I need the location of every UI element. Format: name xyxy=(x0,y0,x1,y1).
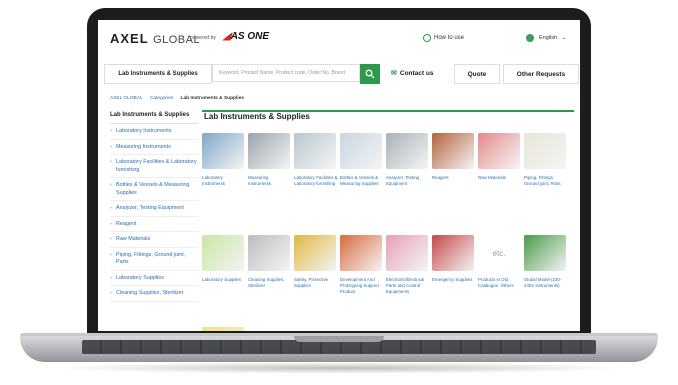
category-card[interactable]: Safety, Protective Supplies xyxy=(294,235,338,331)
category-card[interactable]: Cleaning Supplies, Sterilizer xyxy=(248,235,292,331)
category-card[interactable]: Laboratory Facilities & Laboratory furni… xyxy=(294,133,338,229)
question-icon xyxy=(423,34,431,42)
category-card[interactable]: Measuring Instruments xyxy=(248,133,292,229)
category-image[interactable] xyxy=(202,133,244,169)
main-content: Lab Instruments & Supplies Laboratory In… xyxy=(202,110,574,331)
quote-button[interactable]: Quote xyxy=(454,64,500,84)
breadcrumb-current: Lab Instruments & Supplies xyxy=(180,96,244,101)
title-underline xyxy=(202,110,574,112)
language-selector[interactable]: English ⌄ xyxy=(526,34,567,42)
sidebar-title: Lab Instruments & Supplies xyxy=(110,112,198,124)
keyboard xyxy=(82,340,596,354)
category-label[interactable]: Bottles & Vessels & Measuring Supplies xyxy=(340,175,384,187)
category-label[interactable]: Raw Materials xyxy=(478,175,522,181)
category-image[interactable] xyxy=(340,235,382,271)
breadcrumb-home[interactable]: AXEL GLOBAL xyxy=(110,96,143,101)
globe-icon xyxy=(526,34,534,42)
sidebar-item-laboratory-facilities[interactable]: Laboratory Facilities & Laboratory furni… xyxy=(110,155,198,178)
category-card[interactable]: Bottles & Vessels & Measuring Supplies xyxy=(340,133,384,229)
category-image[interactable] xyxy=(524,133,566,169)
sidebar-item-piping[interactable]: Piping, Fittings, Ground joint, Parts xyxy=(110,248,198,271)
breadcrumb-categories[interactable]: Categories xyxy=(150,96,173,101)
category-card[interactable]: Electronic/Electrical Parts and Control … xyxy=(386,235,430,331)
screen: AXEL GLOBAL powered by ◢AS ONE How to us… xyxy=(98,20,580,331)
category-label[interactable]: Reagent xyxy=(432,175,476,181)
as-one-logo: ◢AS ONE xyxy=(223,31,270,42)
search-bar: Lab Instruments & Supplies Keyword, Prod… xyxy=(98,64,580,84)
category-grid: Laboratory Instruments Measuring Instrume… xyxy=(202,133,574,331)
category-image[interactable]: etc. xyxy=(478,235,520,271)
category-label[interactable]: Laboratory Supplies xyxy=(202,277,246,283)
search-icon xyxy=(365,69,375,79)
category-image[interactable] xyxy=(248,133,290,169)
search-input[interactable]: Keyword, Product Name, Product code, Ord… xyxy=(212,64,360,82)
category-image[interactable] xyxy=(524,235,566,271)
category-label[interactable]: Analyzer, Testing Equipment xyxy=(386,175,430,187)
how-to-use-label: How to use xyxy=(434,35,465,41)
sidebar-item-bottles-vessels[interactable]: Bottles & Vessels & Measuring Supplies xyxy=(110,178,198,201)
sidebar: Lab Instruments & Supplies Laboratory In… xyxy=(110,112,198,302)
powered-by-text: powered by xyxy=(190,35,216,41)
category-label[interactable]: Laboratory Instruments xyxy=(202,175,246,187)
category-label[interactable]: Cleaning Supplies, Sterilizer xyxy=(248,277,292,289)
category-label[interactable]: Measuring Instruments xyxy=(248,175,292,187)
category-image[interactable] xyxy=(294,235,336,271)
category-card[interactable]: Raw Materials xyxy=(478,133,522,229)
category-dropdown[interactable]: Lab Instruments & Supplies xyxy=(104,64,212,84)
contact-us-button[interactable]: ✉ Contact us xyxy=(391,64,447,82)
category-card[interactable]: Global Model (230-240V instruments) xyxy=(524,235,568,331)
how-to-use-link[interactable]: How to use xyxy=(423,34,464,42)
breadcrumb: AXEL GLOBAL Categories Lab Instruments &… xyxy=(110,96,250,101)
category-image[interactable] xyxy=(386,133,428,169)
category-image[interactable] xyxy=(294,133,336,169)
sidebar-item-laboratory-instruments[interactable]: Laboratory Instruments xyxy=(110,124,198,140)
sidebar-item-raw-materials[interactable]: Raw Materials xyxy=(110,232,198,248)
category-label[interactable]: Electronic/Electrical Parts and Control … xyxy=(386,277,430,295)
sidebar-item-reagent[interactable]: Reagent xyxy=(110,217,198,232)
contact-label: Contact us xyxy=(399,69,434,77)
other-requests-button[interactable]: Other Requests xyxy=(503,64,579,84)
laptop-notch xyxy=(294,336,384,342)
category-card[interactable]: Laboratory Supplies xyxy=(202,235,246,331)
sidebar-item-measuring-instruments[interactable]: Measuring Instruments xyxy=(110,140,198,155)
category-card[interactable]: Analyzer, Testing Equipment xyxy=(386,133,430,229)
category-image[interactable] xyxy=(432,133,474,169)
laptop-shadow xyxy=(50,362,628,374)
page-title: Lab Instruments & Supplies xyxy=(204,112,310,121)
category-label[interactable]: Products in Old Catalogue, Others xyxy=(478,277,522,289)
category-label[interactable]: Piping, Fittings, Ground joint, Parts xyxy=(524,175,568,187)
category-image[interactable] xyxy=(248,235,290,271)
category-card[interactable]: Piping, Fittings, Ground joint, Parts xyxy=(524,133,568,229)
category-card[interactable]: Emergency Supplies xyxy=(432,235,476,331)
axel-global-logo[interactable]: AXEL GLOBAL xyxy=(110,31,200,46)
sidebar-item-cleaning-supplies[interactable]: Cleaning Supplies, Sterilizer xyxy=(110,286,198,302)
logo-text: AXEL xyxy=(110,31,149,46)
mail-icon: ✉ xyxy=(391,70,397,77)
sidebar-item-analyzer[interactable]: Analyzer, Testing Equipment xyxy=(110,201,198,217)
search-button[interactable] xyxy=(360,64,380,84)
category-label[interactable]: Global Model (230-240V instruments) xyxy=(524,277,568,289)
site-header: AXEL GLOBAL powered by ◢AS ONE How to us… xyxy=(98,20,580,54)
category-image[interactable] xyxy=(478,133,520,169)
category-label[interactable]: Safety, Protective Supplies xyxy=(294,277,338,289)
category-label[interactable]: Emergency Supplies xyxy=(432,277,476,283)
category-card[interactable]: Reagent xyxy=(432,133,476,229)
category-card[interactable]: etc. Products in Old Catalogue, Others xyxy=(478,235,522,331)
category-image[interactable] xyxy=(340,133,382,169)
category-card[interactable]: Laboratory Instruments xyxy=(202,133,246,229)
category-label[interactable]: Laboratory Facilities & Laboratory furni… xyxy=(294,175,338,187)
category-image[interactable] xyxy=(202,235,244,271)
language-label: English xyxy=(539,35,558,41)
chevron-down-icon: ⌄ xyxy=(562,35,567,41)
sidebar-item-laboratory-supplies[interactable]: Laboratory Supplies xyxy=(110,271,198,286)
category-label[interactable]: Development And Prototyping Support Prod… xyxy=(340,277,384,295)
category-card[interactable]: Development And Prototyping Support Prod… xyxy=(340,235,384,331)
category-image[interactable] xyxy=(386,235,428,271)
category-image[interactable] xyxy=(432,235,474,271)
